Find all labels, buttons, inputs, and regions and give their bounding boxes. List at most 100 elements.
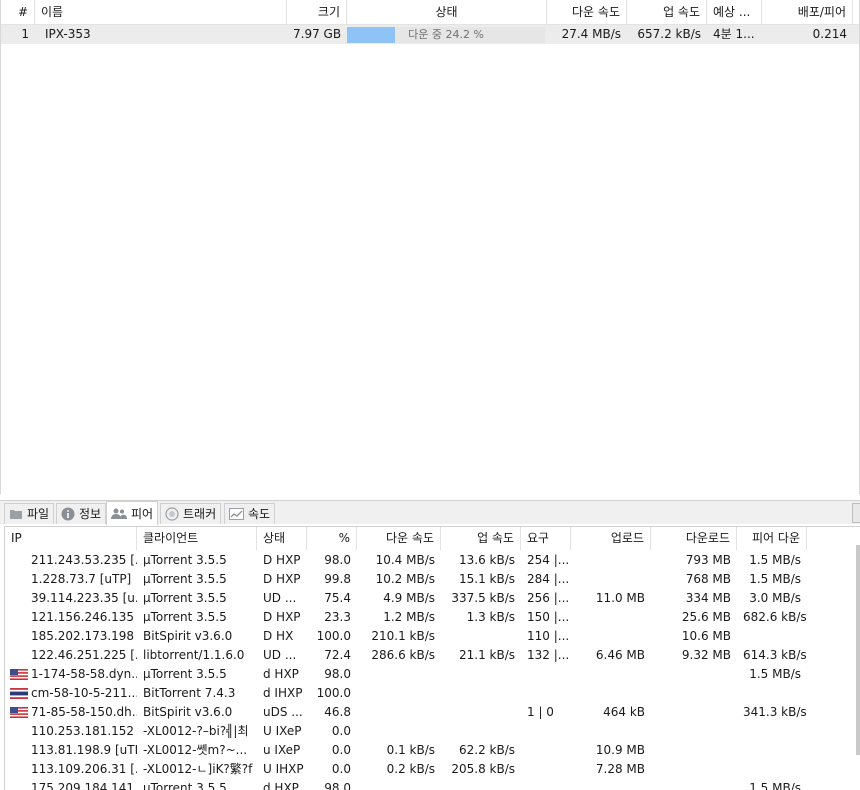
peer-client: µTorrent 3.5.5 (143, 572, 227, 586)
peer-reqs (521, 684, 571, 703)
peer-up-speed (441, 684, 521, 703)
peer-row[interactable]: 121.156.246.135 ... µTorrent 3.5.5 D HXP 23… (5, 608, 857, 627)
peer-downloaded: 334 MB (685, 591, 731, 605)
tabs-scroll-button[interactable] (852, 503, 860, 523)
detail-tabs: 파일 정보 피어 트래커 속도 (0, 500, 860, 525)
peer-percent: 72.4 (324, 648, 351, 662)
peer-reqs: 1 | 0 (527, 705, 554, 719)
peer-up-speed (441, 627, 521, 646)
column-header-percent[interactable]: % (307, 527, 357, 550)
info-icon (61, 507, 75, 521)
peer-row[interactable]: 113.109.206.31 [... -XL0012-ㄴ]iK?繁?f U IHX… (5, 760, 857, 779)
peer-flags: D HXP (263, 553, 301, 567)
peer-downloaded: 9.32 MB (681, 648, 731, 662)
peer-uploaded: 464 kB (603, 705, 645, 719)
peer-up-speed: 21.1 kB/s (458, 648, 515, 662)
peer-peer-down: 682.6 kB/s (743, 610, 807, 624)
peer-ip: 113.81.198.9 [uTP] (31, 743, 137, 757)
peer-client: µTorrent 3.5.5 (143, 553, 227, 567)
column-header-number[interactable]: # (1, 0, 35, 25)
peer-uploaded: 11.0 MB (595, 591, 645, 605)
peer-client: -XL0012-쏏m?~... (143, 743, 248, 757)
peer-client: BitSpirit v3.6.0 (143, 629, 233, 643)
peer-row[interactable]: 211.243.53.235 [... µTorrent 3.5.5 D HXP 98… (5, 551, 857, 570)
peer-row[interactable]: 71-85-58-150.dh... BitSpirit v3.6.0 uDS ..… (5, 703, 857, 722)
folder-icon (10, 510, 22, 519)
peer-row[interactable]: 1.228.73.7 [uTP] µTorrent 3.5.5 D HXP 99.8 1… (5, 570, 857, 589)
peer-reqs: 132 |... (527, 648, 570, 662)
tab-info-label: 정보 (79, 507, 102, 521)
peer-percent: 98.0 (324, 553, 351, 567)
peer-client: -XL0012-ㄴ]iK?繁?f (143, 762, 253, 776)
torrent-list-header: # 이름 크기 상태 다운 속도 업 속도 예상 ... 배포/피어 (1, 0, 859, 25)
column-header-size[interactable]: 크기 (287, 0, 347, 25)
column-header-downloaded[interactable]: 다운로드 (651, 527, 737, 550)
peer-row[interactable]: 175.209.184.141 µTorrent 3.5.5 d HXP 98.0 1.… (5, 779, 857, 790)
peer-uploaded: 7.28 MB (595, 762, 645, 776)
peer-up-speed: 1.3 kB/s (466, 610, 515, 624)
torrent-row[interactable]: 1 IPX-353 7.97 GB 다운 중 24.2 % 27.4 MB/s … (1, 25, 859, 44)
peer-up-speed (441, 722, 521, 741)
peer-row[interactable]: 110.253.181.152 ... -XL0012-?–bi?╣|최 U IXe… (5, 722, 857, 741)
peer-up-speed (441, 779, 521, 790)
torrent-name: IPX-353 (45, 27, 91, 41)
peer-client: µTorrent 3.5.5 (143, 667, 227, 681)
peer-uploaded: 10.9 MB (595, 743, 645, 757)
peer-peer-down: 341.3 kB/s (743, 705, 807, 719)
torrent-eta: 4분 1... (713, 27, 755, 41)
peer-row[interactable]: cm-58-10-5-211.... BitTorrent 7.4.3 d IHXP… (5, 684, 857, 703)
column-header-ip[interactable]: IP (5, 527, 137, 550)
peer-row[interactable]: 39.114.223.35 [u... µTorrent 3.5.5 UD ... 7… (5, 589, 857, 608)
peer-peer-down (737, 741, 807, 760)
tab-speed[interactable]: 속도 (224, 503, 276, 524)
peer-up-speed: 62.2 kB/s (458, 743, 515, 757)
peer-up-speed: 337.5 kB/s (451, 591, 515, 605)
column-header-ratio[interactable]: 배포/피어 (762, 0, 853, 25)
peer-peer-down: 614.3 kB/s (743, 648, 807, 662)
column-header-eta[interactable]: 예상 ... (707, 0, 762, 25)
peer-client: BitSpirit v3.6.0 (143, 705, 233, 719)
peer-peer-down: 1.5 MB/s (749, 781, 801, 790)
peer-up-speed (441, 703, 521, 722)
peers-list: IP 클라이언트 상태 % 다운 속도 업 속도 요구 업로드 다운로드 피어 … (4, 526, 860, 790)
peer-down-speed (357, 703, 441, 722)
column-header-status[interactable]: 상태 (347, 0, 547, 25)
column-header-up-speed[interactable]: 업 속도 (627, 0, 707, 25)
peer-row[interactable]: 122.46.251.225 [... libtorrent/1.1.6.0 UD … (5, 646, 857, 665)
peer-down-speed: 286.6 kB/s (371, 648, 435, 662)
peer-peer-down (737, 760, 807, 779)
peer-down-speed (357, 665, 441, 684)
peer-row[interactable]: 185.202.173.198 BitSpirit v3.6.0 D HX 100.0… (5, 627, 857, 646)
peers-scrollbar[interactable] (856, 545, 860, 755)
peer-up-speed: 205.8 kB/s (451, 762, 515, 776)
tab-peers[interactable]: 피어 (106, 501, 159, 525)
peer-reqs: 110 |... (527, 629, 570, 643)
peer-percent: 0.0 (331, 762, 351, 776)
peer-down-speed (357, 722, 441, 741)
column-header-client[interactable]: 클라이언트 (137, 527, 257, 550)
tab-trackers[interactable]: 트래커 (160, 503, 222, 524)
peer-down-speed: 210.1 kB/s (371, 629, 435, 643)
column-header-peer-download[interactable]: 피어 다운 (737, 527, 807, 550)
column-header-down-speed[interactable]: 다운 속도 (547, 0, 627, 25)
peers-icon (111, 508, 127, 519)
peer-peer-down: 3.0 MB/s (749, 591, 801, 605)
column-header-uploaded[interactable]: 업로드 (571, 527, 651, 550)
peer-row[interactable]: 1-174-58-58.dyn... µTorrent 3.5.5 d HXP 98.… (5, 665, 857, 684)
peer-client: libtorrent/1.1.6.0 (143, 648, 245, 662)
column-header-peer-down-speed[interactable]: 다운 속도 (357, 527, 441, 550)
tracker-icon (165, 507, 179, 521)
tab-info[interactable]: 정보 (56, 503, 107, 524)
peer-flags: d IHXP (263, 686, 303, 700)
peer-reqs (521, 665, 571, 684)
column-header-name[interactable]: 이름 (35, 0, 287, 25)
peer-downloaded (651, 741, 737, 760)
peer-row[interactable]: 113.81.198.9 [uTP] -XL0012-쏏m?~... u IXeP 0… (5, 741, 857, 760)
column-header-flags[interactable]: 상태 (257, 527, 307, 550)
peer-reqs: 284 |... (527, 572, 570, 586)
column-header-reqs[interactable]: 요구 (521, 527, 571, 550)
peer-peer-down: 1.5 MB/s (749, 667, 801, 681)
tab-files[interactable]: 파일 (4, 503, 55, 524)
peer-uploaded (571, 779, 651, 790)
column-header-peer-up-speed[interactable]: 업 속도 (441, 527, 521, 550)
